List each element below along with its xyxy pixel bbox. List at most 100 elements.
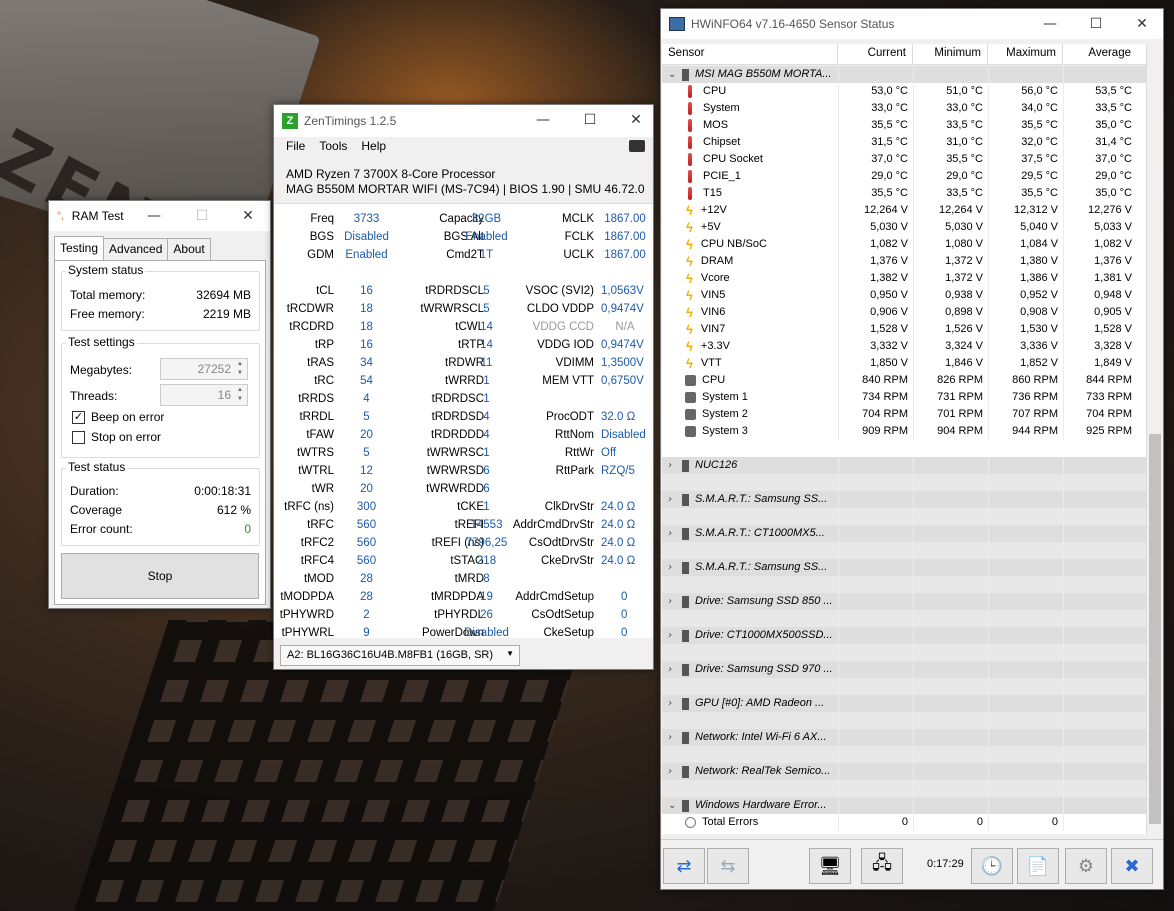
sensor-group-row[interactable]: › S.M.A.R.T.: CT1000MX5... bbox=[662, 525, 1146, 542]
minimize-button[interactable]: — bbox=[131, 201, 177, 231]
expand-arrows-icon[interactable]: ⇄ bbox=[663, 848, 705, 884]
sensor-group-row[interactable]: › Drive: CT1000MX500SSD... bbox=[662, 627, 1146, 644]
threads-input[interactable]: 16 ▲ ▼ bbox=[160, 384, 248, 406]
sensor-row[interactable]: System 33,0 °C 33,0 °C 34,0 °C 33,5 °C bbox=[662, 100, 1146, 117]
group-spacer[interactable] bbox=[662, 780, 1146, 797]
sensor-group-row[interactable]: › S.M.A.R.T.: Samsung SS... bbox=[662, 491, 1146, 508]
sensor-group-row[interactable]: › GPU [#0]: AMD Radeon ... bbox=[662, 695, 1146, 712]
scrollbar-thumb[interactable] bbox=[1149, 434, 1161, 824]
column-current[interactable]: Current bbox=[838, 44, 913, 64]
megabytes-input[interactable]: 27252 ▲ ▼ bbox=[160, 358, 248, 380]
sensor-row[interactable]: System 2 704 RPM 701 RPM 707 RPM 704 RPM bbox=[662, 406, 1146, 423]
menu-help[interactable]: Help bbox=[361, 139, 386, 153]
sensor-row[interactable]: ϟ +5V 5,030 V 5,030 V 5,040 V 5,033 V bbox=[662, 219, 1146, 236]
sensor-row[interactable]: T15 35,5 °C 33,5 °C 35,5 °C 35,0 °C bbox=[662, 185, 1146, 202]
zentimings-titlebar[interactable]: Z ZenTimings 1.2.5 — ☐ ✕ bbox=[274, 105, 653, 137]
group-spacer[interactable] bbox=[662, 610, 1146, 627]
sensor-row[interactable]: ϟ +3.3V 3,332 V 3,324 V 3,336 V 3,328 V bbox=[662, 338, 1146, 355]
chevron-down-icon[interactable]: ⌄ bbox=[668, 66, 678, 83]
sensor-row[interactable]: Chipset 31,5 °C 31,0 °C 32,0 °C 31,4 °C bbox=[662, 134, 1146, 151]
settings-gear-icon[interactable]: ⚙ bbox=[1065, 848, 1107, 884]
sensor-group-row[interactable]: ⌄ MSI MAG B550M MORTA... bbox=[662, 66, 1146, 83]
ramtest-window[interactable]: °, RAM Test — ☐ ✕ Testing Advanced About… bbox=[48, 200, 271, 609]
close-x-icon[interactable]: ✖ bbox=[1111, 848, 1153, 884]
ramtest-titlebar[interactable]: °, RAM Test — ☐ ✕ bbox=[49, 201, 270, 231]
sensor-row[interactable]: CPU 840 RPM 826 RPM 860 RPM 844 RPM bbox=[662, 372, 1146, 389]
group-spacer[interactable] bbox=[662, 678, 1146, 695]
chevron-down-icon[interactable]: ▼ bbox=[506, 649, 514, 658]
column-average[interactable]: Average bbox=[1063, 44, 1137, 64]
group-spacer[interactable] bbox=[662, 746, 1146, 763]
dimm-selector[interactable]: A2: BL16G36C16U4B.M8FB1 (16GB, SR) ▼ bbox=[280, 645, 520, 666]
tab-testing[interactable]: Testing bbox=[54, 236, 105, 260]
chevron-right-icon[interactable]: › bbox=[668, 491, 678, 508]
checkmark-icon[interactable]: ✓ bbox=[72, 410, 85, 424]
group-spacer[interactable] bbox=[662, 508, 1146, 525]
spinner-arrows-icon[interactable]: ▲ ▼ bbox=[234, 360, 246, 378]
tab-advanced[interactable]: Advanced bbox=[103, 238, 169, 260]
sensor-group-row[interactable]: › Network: RealTek Semico... bbox=[662, 763, 1146, 780]
chevron-right-icon[interactable]: › bbox=[668, 729, 678, 746]
column-sensor[interactable]: Sensor bbox=[662, 44, 838, 64]
sensor-group-row[interactable]: ⌄ Windows Hardware Error... bbox=[662, 797, 1146, 814]
group-spacer[interactable] bbox=[662, 542, 1146, 559]
sensor-row[interactable]: ϟ VIN5 0,950 V 0,938 V 0,952 V 0,948 V bbox=[662, 287, 1146, 304]
beep-on-error-checkbox[interactable]: ✓ Beep on error bbox=[72, 410, 164, 424]
sensor-group-row[interactable]: › S.M.A.R.T.: Samsung SS... bbox=[662, 559, 1146, 576]
sensor-list[interactable]: ⌄ MSI MAG B550M MORTA... CPU 53,0 °C 51,0 °C… bbox=[662, 66, 1146, 834]
group-spacer[interactable] bbox=[662, 712, 1146, 729]
maximize-button[interactable]: ☐ bbox=[567, 105, 613, 135]
maximize-button[interactable]: ☐ bbox=[1073, 9, 1119, 39]
close-button[interactable]: ✕ bbox=[613, 105, 659, 135]
chevron-right-icon[interactable]: › bbox=[668, 627, 678, 644]
chevron-right-icon[interactable]: › bbox=[668, 593, 678, 610]
maximize-button[interactable]: ☐ bbox=[179, 201, 225, 231]
zentimings-window[interactable]: Z ZenTimings 1.2.5 — ☐ ✕ File Tools Help… bbox=[273, 104, 654, 670]
chevron-down-icon[interactable]: ⌄ bbox=[668, 797, 678, 814]
sensor-group-row[interactable]: › Drive: Samsung SSD 970 ... bbox=[662, 661, 1146, 678]
monitor-search-icon[interactable]: 🖥 bbox=[809, 848, 851, 884]
chevron-right-icon[interactable]: › bbox=[668, 763, 678, 780]
sensor-row[interactable]: ϟ VIN6 0,906 V 0,898 V 0,908 V 0,905 V bbox=[662, 304, 1146, 321]
sensor-row[interactable]: Total Errors 0 0 0 bbox=[662, 814, 1146, 831]
minimize-button[interactable]: — bbox=[520, 105, 566, 135]
minimize-button[interactable]: — bbox=[1027, 9, 1073, 39]
close-button[interactable]: ✕ bbox=[1119, 9, 1165, 39]
stop-on-error-checkbox[interactable]: Stop on error bbox=[72, 430, 161, 444]
group-spacer[interactable] bbox=[662, 644, 1146, 661]
spinner-arrows-icon[interactable]: ▲ ▼ bbox=[234, 386, 246, 404]
sensor-row[interactable]: CPU 53,0 °C 51,0 °C 56,0 °C 53,5 °C bbox=[662, 83, 1146, 100]
chevron-right-icon[interactable]: › bbox=[668, 559, 678, 576]
chevron-right-icon[interactable]: › bbox=[668, 525, 678, 542]
chevron-right-icon[interactable]: › bbox=[668, 457, 678, 474]
checkbox-empty-icon[interactable] bbox=[72, 430, 85, 444]
group-spacer[interactable] bbox=[662, 474, 1146, 491]
sensor-row[interactable]: PCIE_1 29,0 °C 29,0 °C 29,5 °C 29,0 °C bbox=[662, 168, 1146, 185]
network-icon[interactable]: 🖧 bbox=[861, 848, 903, 884]
chevron-right-icon[interactable]: › bbox=[668, 661, 678, 678]
sensor-group-row[interactable]: › Network: Intel Wi-Fi 6 AX... bbox=[662, 729, 1146, 746]
screenshot-camera-icon[interactable] bbox=[629, 140, 645, 152]
sensor-row[interactable]: ϟ Vcore 1,382 V 1,372 V 1,386 V 1,381 V bbox=[662, 270, 1146, 287]
clock-icon[interactable]: 🕒 bbox=[971, 848, 1013, 884]
close-button[interactable]: ✕ bbox=[225, 201, 271, 231]
sensor-group-row[interactable]: › NUC126 bbox=[662, 457, 1146, 474]
sensor-row[interactable]: ϟ +12V 12,264 V 12,264 V 12,312 V 12,276 V bbox=[662, 202, 1146, 219]
sensor-row[interactable]: CPU Socket 37,0 °C 35,5 °C 37,5 °C 37,0 °C bbox=[662, 151, 1146, 168]
hwinfo-titlebar[interactable]: HWiNFO64 v7.16-4650 Sensor Status — ☐ ✕ bbox=[661, 9, 1163, 39]
sensor-group-row[interactable]: › Drive: Samsung SSD 850 ... bbox=[662, 593, 1146, 610]
vertical-scrollbar[interactable] bbox=[1146, 44, 1162, 834]
tab-about[interactable]: About bbox=[167, 238, 211, 260]
stop-button[interactable]: Stop bbox=[61, 553, 259, 599]
sensor-row[interactable]: System 3 909 RPM 904 RPM 944 RPM 925 RPM bbox=[662, 423, 1146, 440]
add-log-icon[interactable]: 📄 bbox=[1017, 848, 1059, 884]
hwinfo-window[interactable]: HWiNFO64 v7.16-4650 Sensor Status — ☐ ✕ … bbox=[660, 8, 1164, 890]
sensor-row[interactable]: ϟ VIN7 1,528 V 1,526 V 1,530 V 1,528 V bbox=[662, 321, 1146, 338]
menu-file[interactable]: File bbox=[286, 139, 305, 153]
menu-tools[interactable]: Tools bbox=[319, 139, 347, 153]
sensor-row[interactable]: MOS 35,5 °C 33,5 °C 35,5 °C 35,0 °C bbox=[662, 117, 1146, 134]
sensor-row[interactable]: ϟ VTT 1,850 V 1,846 V 1,852 V 1,849 V bbox=[662, 355, 1146, 372]
sensor-row[interactable]: System 1 734 RPM 731 RPM 736 RPM 733 RPM bbox=[662, 389, 1146, 406]
column-maximum[interactable]: Maximum bbox=[988, 44, 1063, 64]
chevron-right-icon[interactable]: › bbox=[668, 695, 678, 712]
